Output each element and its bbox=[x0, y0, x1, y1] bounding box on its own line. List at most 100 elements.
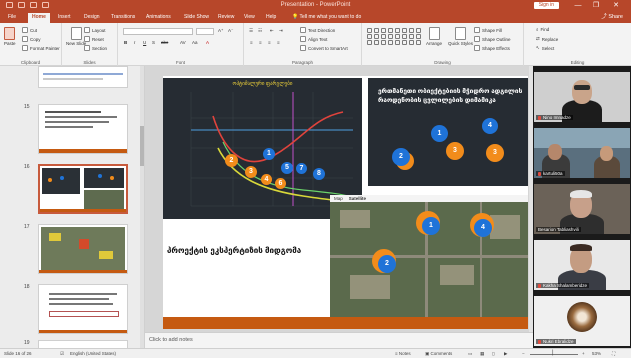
share-button[interactable]: ⤴ Share bbox=[601, 13, 623, 22]
align-right-icon[interactable]: ≡ bbox=[268, 40, 271, 45]
tab-help[interactable]: Help bbox=[262, 13, 280, 23]
tell-me-search[interactable]: 💡 Tell me what you want to do bbox=[288, 13, 365, 23]
align-left-icon[interactable]: ≡ bbox=[250, 40, 253, 45]
section-button[interactable]: Section bbox=[84, 45, 107, 51]
justify-icon[interactable]: ≡ bbox=[277, 40, 280, 45]
participant-tile[interactable]: Nino Imnadze bbox=[534, 72, 630, 122]
zoom-slider[interactable] bbox=[530, 354, 578, 355]
paint-bucket-icon bbox=[474, 27, 480, 33]
layout-button[interactable]: Layout bbox=[84, 27, 106, 33]
minimize-button[interactable]: — bbox=[571, 1, 585, 10]
change-case-icon[interactable]: Aa bbox=[192, 40, 198, 45]
shape-fill-button[interactable]: Shape Fill bbox=[474, 27, 502, 33]
map-panel[interactable]: Map Satellite 1 4 2 bbox=[330, 195, 528, 317]
slide-thumbnail-19[interactable] bbox=[38, 340, 128, 348]
reading-view-icon[interactable]: ▯ bbox=[492, 351, 494, 357]
tab-animations[interactable]: Animations bbox=[142, 13, 175, 23]
strikethrough-button[interactable]: abc bbox=[161, 40, 168, 45]
slide-number-19: 19 bbox=[24, 340, 30, 346]
drawing-group: Arrange Quick Styles Shape Fill Shape Ou… bbox=[362, 23, 524, 66]
participant-tile[interactable]: Besarion Tabliashvili bbox=[534, 184, 630, 234]
slide-thumbnail-14[interactable] bbox=[38, 66, 128, 88]
language-indicator[interactable]: English (United States) bbox=[70, 351, 116, 356]
replace-button[interactable]: ⇄ Replace bbox=[536, 36, 558, 42]
slide-thumbnail-15[interactable] bbox=[38, 104, 128, 154]
tab-design[interactable]: Design bbox=[80, 13, 104, 23]
font-size-box[interactable] bbox=[196, 28, 214, 35]
cut-button[interactable]: Cut bbox=[22, 27, 37, 33]
shape-outline-button[interactable]: Shape Outline bbox=[474, 36, 511, 42]
tab-home[interactable]: Home bbox=[28, 13, 50, 23]
tab-review[interactable]: Review bbox=[214, 13, 238, 23]
shadow-button[interactable]: S bbox=[152, 40, 155, 45]
font-color-icon[interactable]: A bbox=[206, 40, 209, 45]
character-spacing-icon[interactable]: AV bbox=[180, 40, 186, 45]
slideshow-view-icon[interactable]: ▶ bbox=[504, 351, 507, 357]
tab-transitions[interactable]: Transitions bbox=[107, 13, 139, 23]
numbering-icon[interactable]: ☷ bbox=[258, 28, 262, 34]
copy-button[interactable]: Copy bbox=[22, 36, 41, 42]
quick-styles-button[interactable]: Quick Styles bbox=[448, 27, 473, 46]
select-button[interactable]: ↖ Select bbox=[536, 45, 554, 51]
grow-font-icon[interactable]: A⁺ bbox=[218, 28, 223, 34]
decrease-indent-icon[interactable]: ⇤ bbox=[270, 28, 274, 34]
align-center-icon[interactable]: ≡ bbox=[259, 40, 262, 45]
tab-file[interactable]: File bbox=[4, 13, 20, 23]
format-painter-button[interactable]: Format Painter bbox=[22, 45, 60, 51]
notes-pane[interactable]: Click to add notes bbox=[145, 332, 533, 348]
thumbnail-scrollbar[interactable] bbox=[140, 66, 144, 348]
participant-name: kartuli50a bbox=[543, 171, 563, 176]
font-name-box[interactable] bbox=[123, 28, 193, 35]
spellcheck-icon[interactable]: ☑ bbox=[60, 351, 64, 357]
bold-button[interactable]: B bbox=[124, 40, 127, 45]
fit-to-window-icon[interactable]: ⛶ bbox=[612, 351, 615, 356]
cut-label: Cut bbox=[30, 27, 38, 33]
sign-in-button[interactable]: Sign in bbox=[533, 2, 559, 9]
zoom-in-icon[interactable]: + bbox=[582, 351, 585, 356]
shapes-gallery[interactable] bbox=[367, 28, 422, 45]
italic-button[interactable]: I bbox=[134, 40, 135, 45]
satellite-tab[interactable]: Satellite bbox=[349, 195, 366, 202]
zoom-level[interactable]: 53% bbox=[592, 351, 601, 356]
close-button[interactable]: ✕ bbox=[609, 1, 623, 10]
tab-insert[interactable]: Insert bbox=[54, 13, 75, 23]
align-text-button[interactable]: Align Text bbox=[300, 36, 327, 42]
zoom-out-icon[interactable]: − bbox=[522, 351, 525, 356]
comments-toggle[interactable]: ▣ Comments bbox=[425, 351, 452, 357]
info-panel[interactable]: ერთმანეთი ობიექტებიის მჭიდრო ადგილის რაო… bbox=[368, 78, 528, 186]
replace-icon: ⇄ bbox=[536, 36, 540, 41]
zoom-slider-thumb[interactable]: | bbox=[552, 350, 554, 356]
map-tab[interactable]: Map bbox=[334, 195, 343, 202]
thumbnail-scroll-thumb[interactable] bbox=[140, 126, 144, 166]
current-slide[interactable]: ოპტიმალური ფარგლები 2 3 4 1 6 5 7 8 ერთმ… bbox=[163, 76, 528, 329]
align-text-label: Align Text bbox=[308, 36, 328, 42]
info-bubble: 1 bbox=[431, 125, 448, 142]
find-button[interactable]: ⌕ Find bbox=[536, 27, 549, 32]
slide-thumbnail-16[interactable] bbox=[38, 164, 128, 214]
convert-smartart-button[interactable]: Convert to SmartArt bbox=[300, 45, 348, 51]
notes-toggle[interactable]: ≡ Notes bbox=[395, 351, 411, 356]
participant-tile[interactable]: Nukri Ebralidze bbox=[534, 296, 630, 346]
reset-button[interactable]: Reset bbox=[84, 36, 104, 42]
underline-button[interactable]: U bbox=[143, 40, 146, 45]
cursor-icon: ↖ bbox=[536, 45, 540, 50]
tab-slide-show[interactable]: Slide Show bbox=[180, 13, 213, 23]
slide-sorter-icon[interactable]: ▦ bbox=[480, 351, 484, 357]
arrange-button[interactable]: Arrange bbox=[426, 27, 442, 46]
normal-view-icon[interactable]: ▭ bbox=[468, 351, 472, 357]
bullets-icon[interactable]: ☰ bbox=[249, 28, 253, 34]
shape-effects-button[interactable]: Shape Effects bbox=[474, 45, 510, 51]
text-direction-button[interactable]: Text Direction bbox=[300, 27, 335, 33]
increase-indent-icon[interactable]: ⇥ bbox=[279, 28, 283, 34]
chart-bubble: 4 bbox=[261, 174, 272, 185]
shrink-font-icon[interactable]: A⁻ bbox=[228, 28, 233, 34]
slide-thumbnail-17[interactable] bbox=[38, 224, 128, 274]
tab-view[interactable]: View bbox=[240, 13, 259, 23]
paste-button[interactable]: Paste bbox=[4, 27, 16, 46]
participant-tile[interactable]: Kakha Shalamberidze bbox=[534, 240, 630, 290]
participant-tile[interactable]: kartuli50a bbox=[534, 128, 630, 178]
slide-thumbnail-18[interactable] bbox=[38, 284, 128, 334]
shape-fill-label: Shape Fill bbox=[482, 27, 503, 33]
slide-footer-band bbox=[163, 317, 528, 329]
restore-button[interactable]: ❐ bbox=[589, 1, 603, 10]
